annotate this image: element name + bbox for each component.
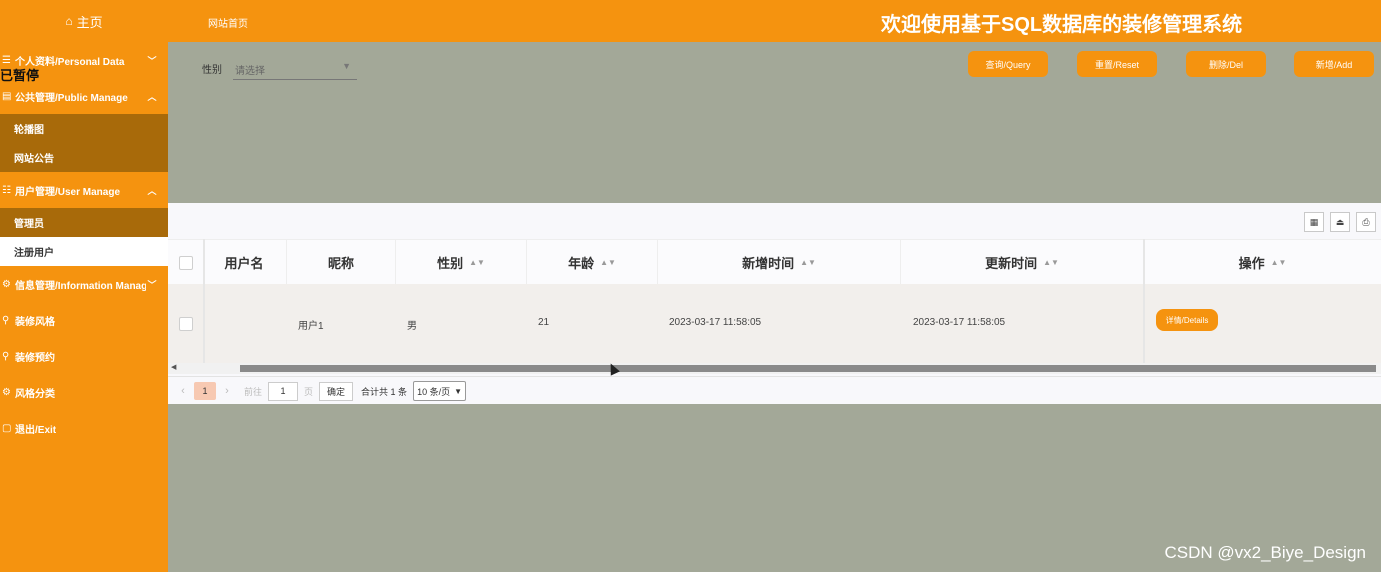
- page-unit-label: 页: [304, 386, 314, 397]
- print-icon[interactable]: ⎙: [1356, 212, 1376, 232]
- column-title: 昵称: [327, 255, 354, 271]
- gender-filter-label: 性别: [202, 65, 222, 76]
- scrollbar-thumb[interactable]: [240, 365, 1376, 372]
- scroll-left-icon[interactable]: ◀: [171, 363, 176, 371]
- prev-page-icon[interactable]: ‹: [172, 385, 194, 397]
- cell-updated: 2023-03-17 11:58:05: [913, 317, 1006, 328]
- add-button[interactable]: 新增/Add: [1294, 51, 1374, 77]
- cell-gender: 男: [407, 321, 417, 332]
- chevron-up-icon: ︿: [147, 91, 157, 102]
- sidebar-item-carousel[interactable]: 轮播图: [0, 114, 168, 143]
- confirm-page-button[interactable]: 确定: [319, 381, 354, 401]
- column-header-gender[interactable]: 性别 ▲▼: [396, 240, 527, 284]
- table-header: 用户名 昵称 性别 ▲▼ 年龄 ▲▼ 新增时间 ▲▼ 更新时间 ▲▼ 操作 ▲▼: [168, 239, 1381, 285]
- table-toolbar: ▦ ⏏ ⎙: [1304, 212, 1376, 232]
- caret-down-icon: ▼: [454, 386, 462, 396]
- sort-icon[interactable]: ▲▼: [1271, 258, 1287, 267]
- menu-label: 退出/Exit: [15, 424, 57, 436]
- sidebar: ⌂ 主页 ☰ 个人资料/Personal Data ﹀ ▤ 公共管理/Publi…: [0, 0, 168, 572]
- chevron-down-icon: ﹀: [147, 55, 157, 66]
- menu-exit[interactable]: ▢ 退出/Exit: [0, 410, 168, 446]
- sidebar-item-registered-users[interactable]: 注册用户: [0, 237, 168, 266]
- menu-user-manage[interactable]: ☷ 用户管理/User Manage ︿: [0, 172, 168, 208]
- submenu-public: 轮播图 网站公告: [0, 114, 168, 172]
- column-title: 操作: [1238, 255, 1265, 271]
- menu-label: 装修预约: [15, 352, 55, 364]
- sidebar-item-notice[interactable]: 网站公告: [0, 143, 168, 172]
- column-title: 年龄: [568, 255, 595, 271]
- settings-icon: ⚙: [2, 386, 11, 398]
- page-size-value: 10 条/页: [417, 386, 451, 397]
- exit-icon: ▢: [2, 422, 12, 434]
- sort-icon[interactable]: ▲▼: [469, 258, 485, 267]
- link-icon: ⚲: [2, 350, 10, 362]
- users-icon: ☷: [2, 184, 11, 196]
- page-title: 欢迎使用基于SQL数据库的装修管理系统: [881, 14, 1243, 36]
- sidebar-item-admin[interactable]: 管理员: [0, 208, 168, 237]
- menu-info-manage[interactable]: ⚙ 信息管理/Information Manage ﹀: [0, 266, 168, 302]
- sidebar-home-label: 主页: [76, 14, 103, 30]
- table-row[interactable]: 用户1 男 21 2023-03-17 11:58:05 2023-03-17 …: [168, 284, 1381, 363]
- gear-icon: ⚙: [2, 278, 11, 290]
- sort-icon[interactable]: ▲▼: [800, 258, 816, 267]
- user-icon: ☰: [2, 54, 11, 66]
- column-title: 更新时间: [985, 255, 1038, 271]
- column-header-actions[interactable]: 操作 ▲▼: [1144, 240, 1381, 284]
- table-panel: ▦ ⏏ ⎙ 用户名 昵称 性别 ▲▼ 年龄 ▲▼ 新增时间 ▲▼ 更新时间 ▲▼…: [168, 203, 1381, 404]
- columns-icon[interactable]: ▦: [1304, 212, 1324, 232]
- menu-label: 信息管理/Information Manage: [15, 280, 146, 292]
- column-title: 新增时间: [742, 255, 795, 271]
- cell-age: 21: [538, 317, 550, 328]
- details-button[interactable]: 详情/Details: [1156, 309, 1218, 331]
- watermark: CSDN @vx2_Biye_Design: [1164, 543, 1366, 562]
- reset-button[interactable]: 重置/Reset: [1077, 51, 1157, 77]
- query-button[interactable]: 查询/Query: [968, 51, 1048, 77]
- select-placeholder: 请选择: [235, 66, 265, 77]
- menu-decoration-style[interactable]: ⚲ 装修风格: [0, 302, 168, 338]
- goto-page-input[interactable]: 1: [268, 381, 299, 401]
- sort-icon[interactable]: ▲▼: [600, 258, 616, 267]
- column-header-username[interactable]: 用户名: [202, 240, 287, 284]
- pagination: ‹ 1 › 前往 1 页 确定 合计共 1 条 10 条/页 ▼: [168, 376, 1381, 405]
- menu-label: 用户管理/User Manage: [15, 186, 121, 198]
- export-icon[interactable]: ⏏: [1330, 212, 1350, 232]
- horizontal-scrollbar[interactable]: ◀: [168, 363, 1381, 374]
- column-header-created[interactable]: 新增时间 ▲▼: [658, 240, 901, 284]
- paused-overlay-text: 已暂停: [0, 68, 40, 83]
- page-number-current[interactable]: 1: [194, 382, 216, 400]
- chevron-up-icon: ︿: [147, 185, 157, 196]
- delete-button[interactable]: 删除/Del: [1186, 51, 1266, 77]
- sort-icon[interactable]: ▲▼: [1043, 258, 1059, 267]
- menu-label: 公共管理/Public Manage: [15, 92, 128, 104]
- caret-down-icon: ▼: [342, 61, 351, 71]
- home-icon: ⌂: [65, 14, 73, 28]
- fixed-column-divider: [1143, 239, 1145, 363]
- column-header-nickname[interactable]: 昵称: [287, 240, 396, 284]
- column-title: 性别: [437, 255, 464, 271]
- select-all-checkbox[interactable]: [179, 256, 193, 270]
- menu-label: 风格分类: [15, 388, 55, 400]
- column-header-age[interactable]: 年龄 ▲▼: [527, 240, 658, 284]
- fixed-column-divider: [203, 239, 205, 363]
- breadcrumb[interactable]: 网站首页: [208, 15, 248, 30]
- menu-style-category[interactable]: ⚙ 风格分类: [0, 374, 168, 410]
- submenu-user: 管理员 注册用户: [0, 208, 168, 266]
- menu-decoration-booking[interactable]: ⚲ 装修预约: [0, 338, 168, 374]
- cell-nickname: 用户1: [298, 321, 324, 332]
- page-size-select[interactable]: 10 条/页 ▼: [413, 381, 466, 401]
- row-checkbox[interactable]: [179, 317, 193, 331]
- link-icon: ⚲: [2, 314, 10, 326]
- chevron-down-icon: ﹀: [147, 279, 157, 290]
- folder-icon: ▤: [2, 90, 12, 102]
- column-title: 用户名: [224, 255, 264, 271]
- goto-label: 前往: [244, 386, 263, 397]
- column-header-updated[interactable]: 更新时间 ▲▼: [901, 240, 1144, 284]
- next-page-icon[interactable]: ›: [216, 385, 238, 397]
- menu-label: 装修风格: [15, 316, 55, 328]
- gender-filter-select[interactable]: 请选择 ▼: [233, 57, 357, 80]
- cell-created: 2023-03-17 11:58:05: [669, 317, 762, 328]
- sidebar-home[interactable]: ⌂ 主页: [0, 0, 168, 42]
- top-header: 网站首页 欢迎使用基于SQL数据库的装修管理系统: [168, 0, 1381, 42]
- total-count: 合计共 1 条: [361, 386, 408, 397]
